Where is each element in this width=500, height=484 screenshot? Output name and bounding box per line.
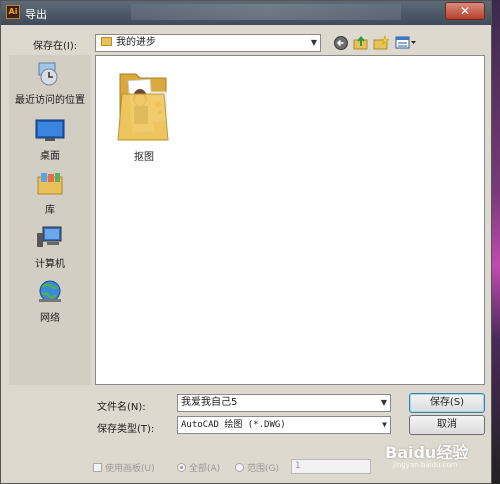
filetype-label: 保存类型(T): <box>97 424 155 435</box>
close-button[interactable]: ✕ <box>445 2 485 20</box>
radio-selected-icon <box>177 463 186 472</box>
all-radio[interactable]: 全部(A) <box>177 461 220 474</box>
watermark-logo: Baidu经验 <box>385 443 469 462</box>
range-input[interactable]: 1 <box>291 459 371 474</box>
chevron-down-icon: ▼ <box>380 398 387 407</box>
range-label: 范围(G) <box>247 464 279 474</box>
use-artboards-label: 使用画板(U) <box>105 464 155 474</box>
export-dialog: Ai 导出 ✕ 保存在(I): 我的进步 ▼ 最近访问的位置 桌面 库 计算机 … <box>0 0 492 484</box>
sidebar-item-desktop[interactable]: 桌面 <box>9 117 91 162</box>
back-icon[interactable] <box>333 35 349 51</box>
desktop-icon <box>35 117 65 143</box>
new-folder-icon[interactable] <box>373 35 390 51</box>
computer-icon <box>35 225 65 251</box>
sidebar-item-label: 桌面 <box>40 151 60 162</box>
list-item-label: 抠图 <box>134 152 154 163</box>
sidebar-item-computer[interactable]: 计算机 <box>9 225 91 270</box>
view-menu-icon[interactable] <box>395 35 417 51</box>
folder-icon <box>101 37 112 46</box>
sidebar-item-network[interactable]: 网络 <box>9 279 91 324</box>
save-in-dropdown[interactable]: 我的进步 ▼ <box>95 34 321 52</box>
watermark-url: jingyan.baidu.com <box>393 461 458 469</box>
filetype-select[interactable]: AutoCAD 绘图 (*.DWG) ▼ <box>177 416 391 434</box>
title-bar[interactable]: Ai 导出 ✕ <box>1 1 491 25</box>
sidebar-item-label: 计算机 <box>35 259 65 270</box>
folder-icon <box>116 64 172 144</box>
sidebar-item-label: 最近访问的位置 <box>15 95 85 106</box>
filename-value: 我爱我自己5 <box>181 397 238 408</box>
file-list-pane[interactable]: 抠图 <box>95 55 485 385</box>
checkbox-icon <box>93 463 102 472</box>
all-label: 全部(A) <box>189 464 221 474</box>
libraries-icon <box>35 171 65 197</box>
cancel-button[interactable]: 取消 <box>409 415 485 435</box>
window-title: 导出 <box>25 8 47 21</box>
chevron-down-icon: ▼ <box>310 38 317 47</box>
network-icon <box>35 279 65 305</box>
filename-field[interactable]: 我爱我自己5 ▼ <box>177 394 391 412</box>
use-artboards-checkbox[interactable]: 使用画板(U) <box>93 461 155 474</box>
radio-icon <box>235 463 244 472</box>
chevron-down-icon: ▼ <box>382 420 387 429</box>
title-bar-blur <box>131 4 401 20</box>
places-sidebar: 最近访问的位置 桌面 库 计算机 网络 <box>9 55 91 385</box>
save-in-folder-name: 我的进步 <box>116 37 156 48</box>
filetype-value: AutoCAD 绘图 (*.DWG) <box>181 420 286 430</box>
save-button[interactable]: 保存(S) <box>409 393 485 413</box>
filename-label: 文件名(N): <box>97 402 146 413</box>
save-in-label: 保存在(I): <box>33 41 78 52</box>
list-item[interactable]: 抠图 <box>110 64 178 163</box>
up-folder-icon[interactable] <box>353 35 369 51</box>
range-radio[interactable]: 范围(G) <box>235 461 279 474</box>
sidebar-item-label: 库 <box>45 205 55 216</box>
recent-places-icon <box>35 61 65 87</box>
illustrator-app-icon: Ai <box>6 5 20 19</box>
sidebar-item-label: 网络 <box>40 313 60 324</box>
sidebar-item-recent-places[interactable]: 最近访问的位置 <box>9 61 91 106</box>
sidebar-item-libraries[interactable]: 库 <box>9 171 91 216</box>
